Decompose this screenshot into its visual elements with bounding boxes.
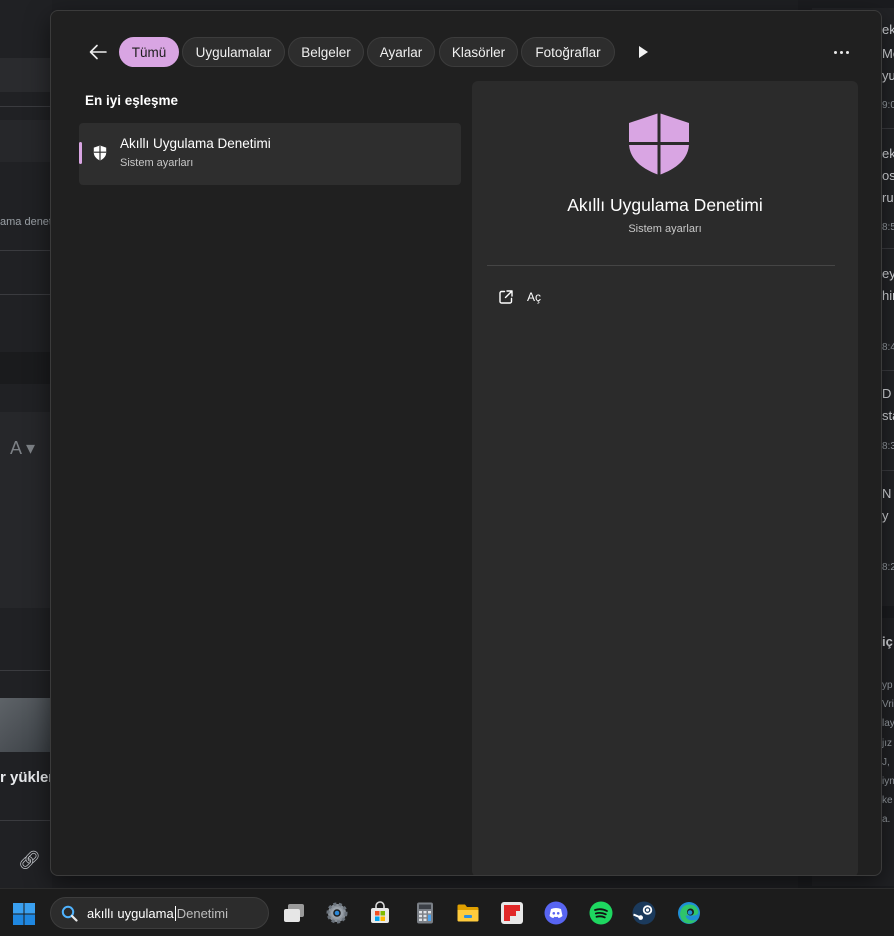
- background-text: ama denet: [0, 216, 52, 228]
- ellipsis-dot: [845, 50, 849, 54]
- discord-icon[interactable]: [544, 901, 568, 925]
- background-text: ek: [882, 146, 894, 161]
- background-band: [0, 120, 52, 162]
- store-icon[interactable]: [368, 901, 392, 925]
- background-divider: [0, 294, 52, 295]
- best-match-heading: En iyi eşleşme: [85, 93, 179, 108]
- detail-divider: [487, 265, 835, 266]
- result-subtitle: Sistem ayarları: [120, 157, 194, 169]
- background-text: yp: [882, 680, 893, 691]
- background-text: 8:4: [882, 342, 894, 353]
- ellipsis-dot: [839, 50, 843, 54]
- background-text: yu: [882, 68, 894, 83]
- search-icon: [61, 905, 78, 922]
- ellipsis-dot: [833, 50, 837, 54]
- background-heading: r yükler: [0, 769, 55, 786]
- search-suggestion-text: Denetimi: [176, 906, 229, 921]
- calculator-icon[interactable]: [413, 901, 437, 925]
- taskbar-search-input[interactable]: akıllı uygulama Denetimi: [50, 897, 269, 929]
- background-text: 8:3: [882, 441, 894, 452]
- back-arrow-icon: [89, 44, 107, 60]
- background-text: ey: [882, 266, 894, 281]
- background-image: [0, 698, 52, 752]
- text-caret: [174, 906, 176, 921]
- background-text: sta: [882, 408, 894, 423]
- settings-icon[interactable]: [325, 901, 349, 925]
- shield-icon: [629, 113, 689, 175]
- task-view-icon[interactable]: [282, 901, 306, 925]
- filter-folders[interactable]: Klasörler: [439, 37, 518, 67]
- background-text: 9:0: [882, 100, 894, 111]
- background-text: ek: [882, 22, 894, 37]
- background-text: hir: [882, 288, 894, 303]
- open-action[interactable]: Aç: [498, 287, 541, 307]
- windows-start-icon[interactable]: [12, 902, 36, 926]
- background-text: D: [882, 386, 892, 401]
- background-text: Me: [882, 46, 894, 61]
- taskbar: akıllı uygulama Denetimi: [0, 888, 894, 936]
- steam-icon[interactable]: [632, 901, 656, 925]
- background-band: [0, 58, 52, 92]
- background-text: iç: [882, 634, 893, 649]
- background-text: jız: [882, 738, 892, 749]
- link-icon: 🔗︎: [18, 850, 41, 870]
- background-text: iyn: [882, 776, 894, 787]
- filter-documents[interactable]: Belgeler: [288, 37, 364, 67]
- open-action-label: Aç: [527, 290, 542, 304]
- file-explorer-icon[interactable]: [456, 901, 480, 925]
- filter-bar: Tümü Uygulamalar Belgeler Ayarlar Klasör…: [51, 37, 881, 67]
- background-band: [0, 352, 52, 384]
- open-external-icon: [499, 290, 513, 304]
- background-text: Vri: [882, 699, 894, 710]
- background-divider: [882, 248, 894, 249]
- background-divider: [0, 106, 52, 107]
- background-text: J,: [882, 757, 890, 768]
- background-text: 8:5: [882, 222, 894, 233]
- filter-apps[interactable]: Uygulamalar: [182, 37, 285, 67]
- background-text: a.: [882, 814, 891, 825]
- filter-settings[interactable]: Ayarlar: [367, 37, 435, 67]
- background-divider: [0, 670, 52, 671]
- selection-accent-bar: [79, 142, 82, 164]
- background-text: ke: [882, 795, 893, 806]
- search-flyout: Tümü Uygulamalar Belgeler Ayarlar Klasör…: [50, 10, 882, 876]
- more-filters-play-icon[interactable]: [634, 43, 652, 61]
- flipboard-icon[interactable]: [500, 901, 524, 925]
- background-divider: [882, 128, 894, 129]
- filter-all[interactable]: Tümü: [119, 37, 179, 67]
- background-text: N: [882, 486, 892, 501]
- edge-icon[interactable]: [677, 901, 701, 925]
- detail-subtitle: Sistem ayarları: [628, 223, 702, 235]
- background-text: ru: [882, 190, 894, 205]
- back-button[interactable]: [85, 39, 111, 65]
- background-divider: [0, 250, 52, 251]
- more-options-button[interactable]: [829, 43, 853, 61]
- font-format-icon: A ▾: [10, 438, 36, 458]
- result-title: Akıllı Uygulama Denetimi: [120, 136, 271, 151]
- background-text: y: [882, 508, 889, 523]
- background-divider: [0, 820, 52, 821]
- filter-photos[interactable]: Fotoğraflar: [521, 37, 615, 67]
- detail-title: Akıllı Uygulama Denetimi: [567, 195, 763, 215]
- background-app-left: ama denet A ▾ r yükler 🔗︎: [0, 0, 55, 888]
- background-divider: [882, 470, 894, 471]
- best-match-result[interactable]: Akıllı Uygulama Denetimi Sistem ayarları: [79, 123, 461, 185]
- search-typed-text: akıllı uygulama: [87, 906, 174, 921]
- shield-icon: [93, 145, 107, 161]
- search-text: akıllı uygulama Denetimi: [87, 906, 228, 921]
- background-text: lay: [882, 718, 894, 729]
- background-text: 8:2: [882, 562, 894, 573]
- background-divider: [882, 370, 894, 371]
- background-text: os: [882, 168, 894, 183]
- detail-pane: Akıllı Uygulama Denetimi Sistem ayarları…: [472, 81, 858, 875]
- spotify-icon[interactable]: [589, 901, 613, 925]
